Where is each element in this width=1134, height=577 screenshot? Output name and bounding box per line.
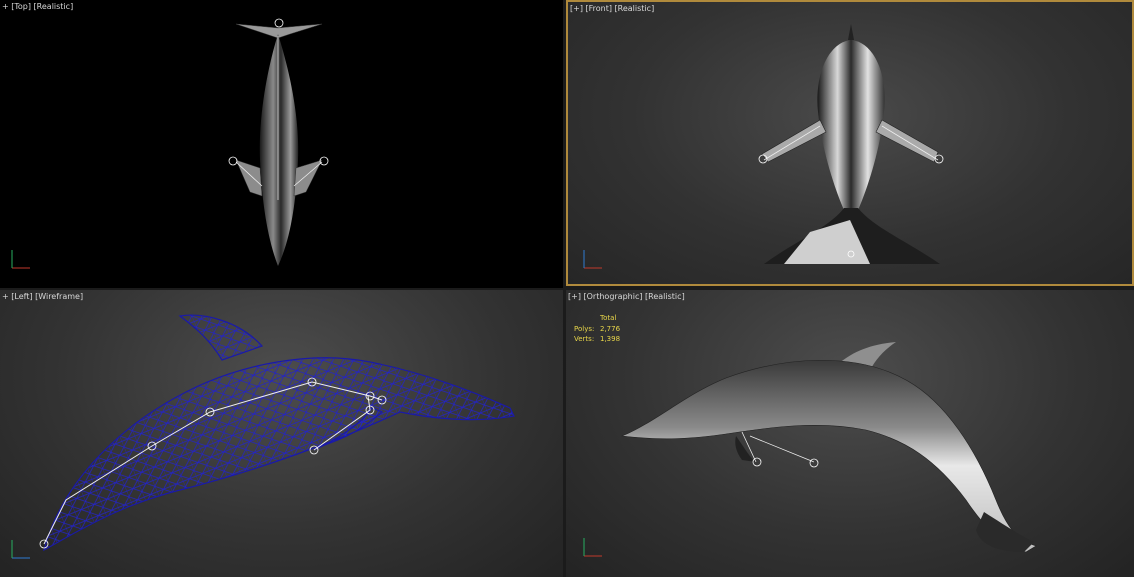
viewport-orthographic[interactable]: [+] [Orthographic] [Realistic] Total Pol… bbox=[566, 290, 1134, 577]
axis-gizmo-icon bbox=[11, 250, 30, 269]
dolphin-perspective-render bbox=[583, 342, 1037, 557]
dolphin-top-view bbox=[11, 18, 329, 269]
viewport-left[interactable]: + [Left] [Wireframe] bbox=[0, 290, 563, 577]
axis-gizmo-icon bbox=[583, 250, 602, 269]
viewport-top[interactable]: + [Top] [Realistic] bbox=[0, 0, 563, 288]
axis-gizmo-icon bbox=[11, 540, 30, 559]
axis-gizmo-icon bbox=[583, 538, 602, 557]
dolphin-wireframe-mesh bbox=[11, 314, 515, 559]
viewport-front[interactable]: [+] [Front] [Realistic] bbox=[566, 0, 1134, 286]
dolphin-front-view bbox=[583, 24, 944, 269]
